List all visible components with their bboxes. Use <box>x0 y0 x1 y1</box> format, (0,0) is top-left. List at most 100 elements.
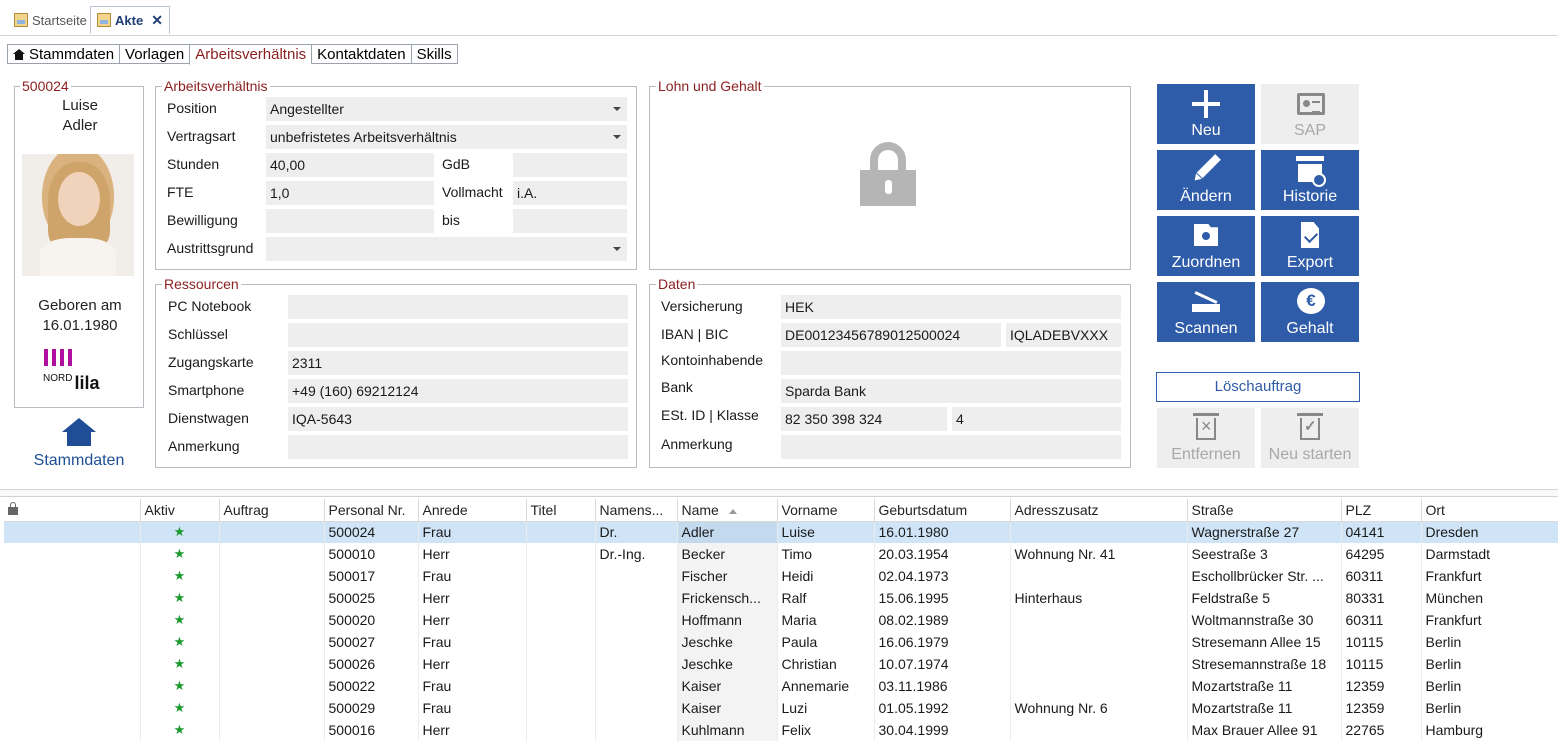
tab-kontaktdaten[interactable]: Kontaktdaten <box>311 44 411 64</box>
table-cell <box>526 587 596 609</box>
panel-splitter[interactable] <box>0 489 1558 497</box>
vertragsart-select[interactable]: unbefristetes Arbeitsverhältnis <box>266 125 627 149</box>
bank-field[interactable]: Sparda Bank <box>781 379 1121 403</box>
table-cell: Mozartstraße 11 <box>1187 675 1342 697</box>
position-select[interactable]: Angestellter <box>266 97 627 121</box>
table-cell: Berlin <box>1421 631 1558 653</box>
column-header[interactable]: Personal Nr. <box>324 499 419 522</box>
close-icon[interactable]: ✕ <box>151 12 163 29</box>
column-header-name[interactable]: Name <box>677 499 778 522</box>
sap-button[interactable]: SAP <box>1261 84 1359 144</box>
deletion-order-button[interactable]: Löschauftrag <box>1156 372 1360 402</box>
table-row[interactable]: ★ 500026 Herr Jeschke Christian 10.07.1974 Str… <box>4 653 1558 675</box>
salary-button[interactable]: € Gehalt <box>1261 282 1359 342</box>
column-header[interactable]: Aktiv <box>140 499 220 522</box>
table-cell: Becker <box>677 543 778 565</box>
gdb-field[interactable] <box>513 153 627 177</box>
bis-field[interactable] <box>513 209 627 233</box>
column-header[interactable]: Anrede <box>418 499 527 522</box>
tab-skills[interactable]: Skills <box>410 44 458 64</box>
table-cell: 03.11.1986 <box>874 675 1011 697</box>
table-row[interactable]: ★ 500027 Frau Jeschke Paula 16.06.1979 Stresem… <box>4 631 1558 653</box>
tab-arbeitsverhaeltnis[interactable]: Arbeitsverhältnis <box>189 44 312 65</box>
column-header[interactable]: Vorname <box>777 499 875 522</box>
column-header[interactable]: Namens... <box>595 499 678 522</box>
table-cell <box>595 587 678 609</box>
tab-label: Arbeitsverhältnis <box>195 46 307 63</box>
table-cell: 08.02.1989 <box>874 609 1011 631</box>
tab-stammdaten[interactable]: Stammdaten <box>7 44 120 64</box>
remove-button[interactable]: Entfernen <box>1157 408 1255 468</box>
new-button[interactable]: Neu <box>1157 84 1255 144</box>
iban-field[interactable]: DE00123456789012500024 <box>781 323 1001 347</box>
schluessel-field[interactable] <box>288 323 628 347</box>
table-cell: Hinterhaus <box>1010 587 1188 609</box>
history-button[interactable]: Historie <box>1261 150 1359 210</box>
table-row[interactable]: ★ 500024 Frau Dr. Adler Luise 16.01.1980 Wagner… <box>4 521 1558 543</box>
home-page-icon <box>14 13 28 27</box>
table-cell: 60311 <box>1341 609 1422 631</box>
button-label: Export <box>1286 254 1334 271</box>
smartphone-field[interactable]: +49 (160) 69212124 <box>288 379 628 403</box>
bic-field[interactable]: IQLADEBVXXX <box>1006 323 1121 347</box>
fte-field[interactable]: 1,0 <box>266 181 434 205</box>
tab-vorlagen[interactable]: Vorlagen <box>119 44 190 64</box>
sort-ascending-icon <box>728 508 737 514</box>
anmerkung-field[interactable] <box>288 435 628 459</box>
history-stack-icon <box>1296 156 1326 187</box>
table-cell: 500016 <box>324 719 419 741</box>
table-cell: 30.04.1999 <box>874 719 1011 741</box>
bewilligung-field[interactable] <box>266 209 434 233</box>
assign-button[interactable]: Zuordnen <box>1157 216 1255 276</box>
export-button[interactable]: Export <box>1261 216 1359 276</box>
stunden-field[interactable]: 40,00 <box>266 153 434 177</box>
table-cell: 64295 <box>1341 543 1422 565</box>
edit-button[interactable]: Ändern <box>1157 150 1255 210</box>
table-cell: Woltmannstraße 30 <box>1187 609 1342 631</box>
column-header-lock[interactable] <box>4 499 141 522</box>
table-row[interactable]: ★ 500016 Herr Kuhlmann Felix 30.04.1999 Max Br… <box>4 719 1558 741</box>
restart-button[interactable]: Neu starten <box>1261 408 1359 468</box>
table-cell: Eschollbrücker Str. ... <box>1187 565 1342 587</box>
est-id-field[interactable]: 82 350 398 324 <box>781 407 947 431</box>
doc-tab-startseite[interactable]: Startseite <box>8 6 93 34</box>
pc-notebook-field[interactable] <box>288 295 628 319</box>
table-row[interactable]: ★ 500022 Frau Kaiser Annemarie 03.11.1986 Moza… <box>4 675 1558 697</box>
column-header[interactable]: Adresszusatz <box>1010 499 1188 522</box>
table-cell <box>526 609 596 631</box>
file-download-icon <box>1296 222 1324 248</box>
column-header[interactable]: Ort <box>1421 499 1558 522</box>
table-cell: Herr <box>418 609 527 631</box>
austrittsgrund-select[interactable] <box>266 237 627 261</box>
table-cell <box>4 609 141 631</box>
zugangskarte-field[interactable]: 2311 <box>288 351 628 375</box>
column-header[interactable]: Geburtsdatum <box>874 499 1011 522</box>
table-cell: Dresden <box>1421 521 1558 543</box>
stammdaten-link[interactable]: Stammdaten <box>28 418 130 470</box>
table-cell: 22765 <box>1341 719 1422 741</box>
table-cell <box>1010 631 1188 653</box>
versicherung-field[interactable]: HEK <box>781 295 1121 319</box>
table-row[interactable]: ★ 500017 Frau Fischer Heidi 02.04.1973 Escholl… <box>4 565 1558 587</box>
vollmacht-field[interactable]: i.A. <box>513 181 627 205</box>
daten-anmerkung-field[interactable] <box>781 435 1121 459</box>
klasse-field[interactable]: 4 <box>952 407 1121 431</box>
scan-button[interactable]: Scannen <box>1157 282 1255 342</box>
table-cell <box>219 675 325 697</box>
table-row[interactable]: ★ 500025 Herr Frickensch... Ralf 15.06.1995 Hi… <box>4 587 1558 609</box>
table-row[interactable]: ★ 500029 Frau Kaiser Luzi 01.05.1992 Wohnung N… <box>4 697 1558 719</box>
table-row[interactable]: ★ 500010 Herr Dr.-Ing. Becker Timo 20.03.1954 W… <box>4 543 1558 565</box>
table-row[interactable]: ★ 500020 Herr Hoffmann Maria 08.02.1989 Woltma… <box>4 609 1558 631</box>
column-header[interactable]: Auftrag <box>219 499 325 522</box>
column-header[interactable]: PLZ <box>1341 499 1422 522</box>
active-star-icon: ★ <box>140 521 220 543</box>
anmerkung-label: Anmerkung <box>168 438 240 454</box>
kontoinhabende-field[interactable] <box>781 351 1121 375</box>
dienstwagen-field[interactable]: IQA-5643 <box>288 407 628 431</box>
doc-tab-akte[interactable]: Akte ✕ <box>90 6 170 34</box>
table-cell <box>1010 675 1188 697</box>
column-header[interactable]: Titel <box>526 499 596 522</box>
table-cell <box>595 719 678 741</box>
table-cell: Berlin <box>1421 675 1558 697</box>
column-header[interactable]: Straße <box>1187 499 1342 522</box>
